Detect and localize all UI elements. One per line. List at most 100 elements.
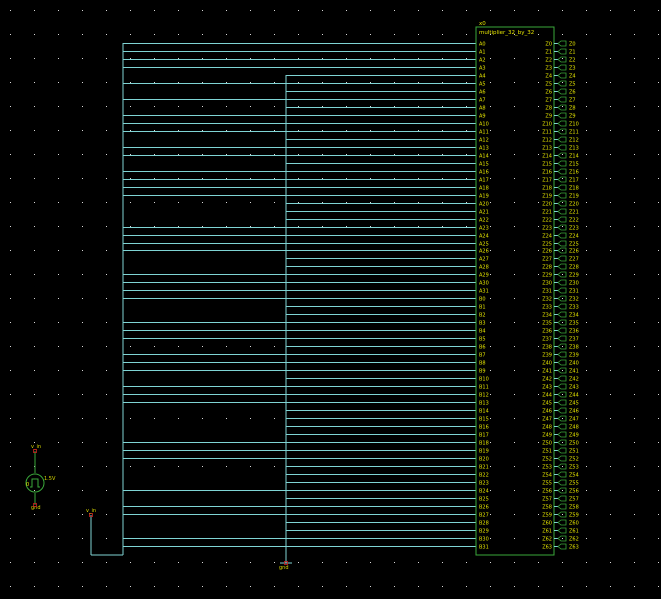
output-pin-label: Z36	[542, 329, 552, 335]
output-pin-label: Z25	[542, 242, 552, 248]
grid-dot	[610, 178, 611, 179]
grid-dot	[298, 178, 299, 179]
output-pin-label: Z37	[542, 337, 552, 343]
output-net-label: Z23	[569, 226, 579, 232]
output-net-label: Z25	[569, 242, 579, 248]
input-pin-label: A15	[479, 162, 489, 168]
grid-dot	[106, 34, 107, 35]
grid-dot	[658, 178, 659, 179]
grid-dot	[202, 562, 203, 563]
grid-dot	[658, 130, 659, 131]
output-net-label: Z60	[569, 521, 579, 527]
grid-dot	[10, 298, 11, 299]
grid-dot	[538, 274, 539, 275]
grid-dot	[226, 586, 227, 587]
input-pin-label: A2	[479, 58, 486, 64]
grid-dot	[274, 226, 275, 227]
grid-dot	[610, 154, 611, 155]
output-pin-label: Z54	[542, 473, 552, 479]
grid-dot	[58, 178, 59, 179]
grid-dot	[34, 562, 35, 563]
grid-dot	[586, 10, 587, 11]
grid-dot	[490, 514, 491, 515]
output-pin-label: Z38	[542, 345, 552, 351]
grid-dot	[562, 58, 563, 59]
input-pin-label: A23	[479, 226, 489, 232]
grid-dot	[346, 58, 347, 59]
grid-dot	[10, 34, 11, 35]
grid-dot	[586, 82, 587, 83]
grid-dot	[322, 82, 323, 83]
grid-dot	[418, 154, 419, 155]
grid-dot	[562, 370, 563, 371]
output-pin-label: Z45	[542, 401, 552, 407]
schematic-canvas[interactable]: x0 multiplier_32_by_32 A0 A1 A2 A3 A4 A5 A6 A7 A…	[0, 0, 661, 599]
output-net-label: Z49	[569, 433, 579, 439]
grid-dot	[658, 154, 659, 155]
source-voltage-label: 1.5V	[44, 476, 56, 482]
grid-dot	[34, 202, 35, 203]
grid-dot	[106, 298, 107, 299]
grid-dot	[202, 418, 203, 419]
grid-dot	[154, 106, 155, 107]
grid-dot	[442, 58, 443, 59]
output-net-label: Z40	[569, 361, 579, 367]
output-net-label: Z8	[569, 106, 576, 112]
grid-dot	[442, 202, 443, 203]
output-net-label: Z52	[569, 457, 579, 463]
grid-dot	[466, 82, 467, 83]
grid-dot	[106, 442, 107, 443]
grid-dot	[274, 562, 275, 563]
output-pin-label: Z30	[542, 281, 552, 287]
grid-dot	[250, 466, 251, 467]
grid-dot	[490, 250, 491, 251]
grid-dot	[82, 82, 83, 83]
grid-dot	[82, 394, 83, 395]
grid-dot	[562, 466, 563, 467]
grid-dot	[658, 106, 659, 107]
grid-dot	[538, 298, 539, 299]
grid-dot	[442, 106, 443, 107]
output-net-label: Z55	[569, 481, 579, 487]
grid-dot	[610, 370, 611, 371]
grid-dot	[634, 274, 635, 275]
grid-dot	[322, 10, 323, 11]
output-net-label: Z46	[569, 409, 579, 415]
grid-dot	[106, 370, 107, 371]
grid-dot	[130, 466, 131, 467]
grid-dot	[634, 442, 635, 443]
grid-dot	[610, 562, 611, 563]
grid-dot	[130, 82, 131, 83]
grid-dot	[298, 82, 299, 83]
grid-dot	[226, 10, 227, 11]
output-net-label: Z19	[569, 194, 579, 200]
grid-dot	[658, 10, 659, 11]
grid-dot	[586, 514, 587, 515]
grid-dot	[322, 586, 323, 587]
grid-dot	[466, 226, 467, 227]
grid-dot	[226, 562, 227, 563]
output-net-label: Z35	[569, 321, 579, 327]
grid-dot	[562, 178, 563, 179]
grid-dot	[610, 442, 611, 443]
grid-dot	[658, 370, 659, 371]
grid-dot	[322, 34, 323, 35]
input-pin-label: B10	[479, 377, 489, 383]
grid-dot	[634, 202, 635, 203]
grid-dot	[346, 562, 347, 563]
grid-dot	[490, 178, 491, 179]
grid-dot	[634, 466, 635, 467]
grid-dot	[106, 346, 107, 347]
grid-dot	[346, 10, 347, 11]
grid-dot	[58, 370, 59, 371]
grid-dot	[514, 370, 515, 371]
grid-dot	[178, 226, 179, 227]
grid-dot	[298, 58, 299, 59]
grid-dot	[202, 10, 203, 11]
grid-dot	[586, 226, 587, 227]
grid-dot	[298, 154, 299, 155]
grid-dot	[586, 442, 587, 443]
grid-dot	[298, 130, 299, 131]
output-net-label: Z28	[569, 265, 579, 271]
grid-dot	[442, 562, 443, 563]
